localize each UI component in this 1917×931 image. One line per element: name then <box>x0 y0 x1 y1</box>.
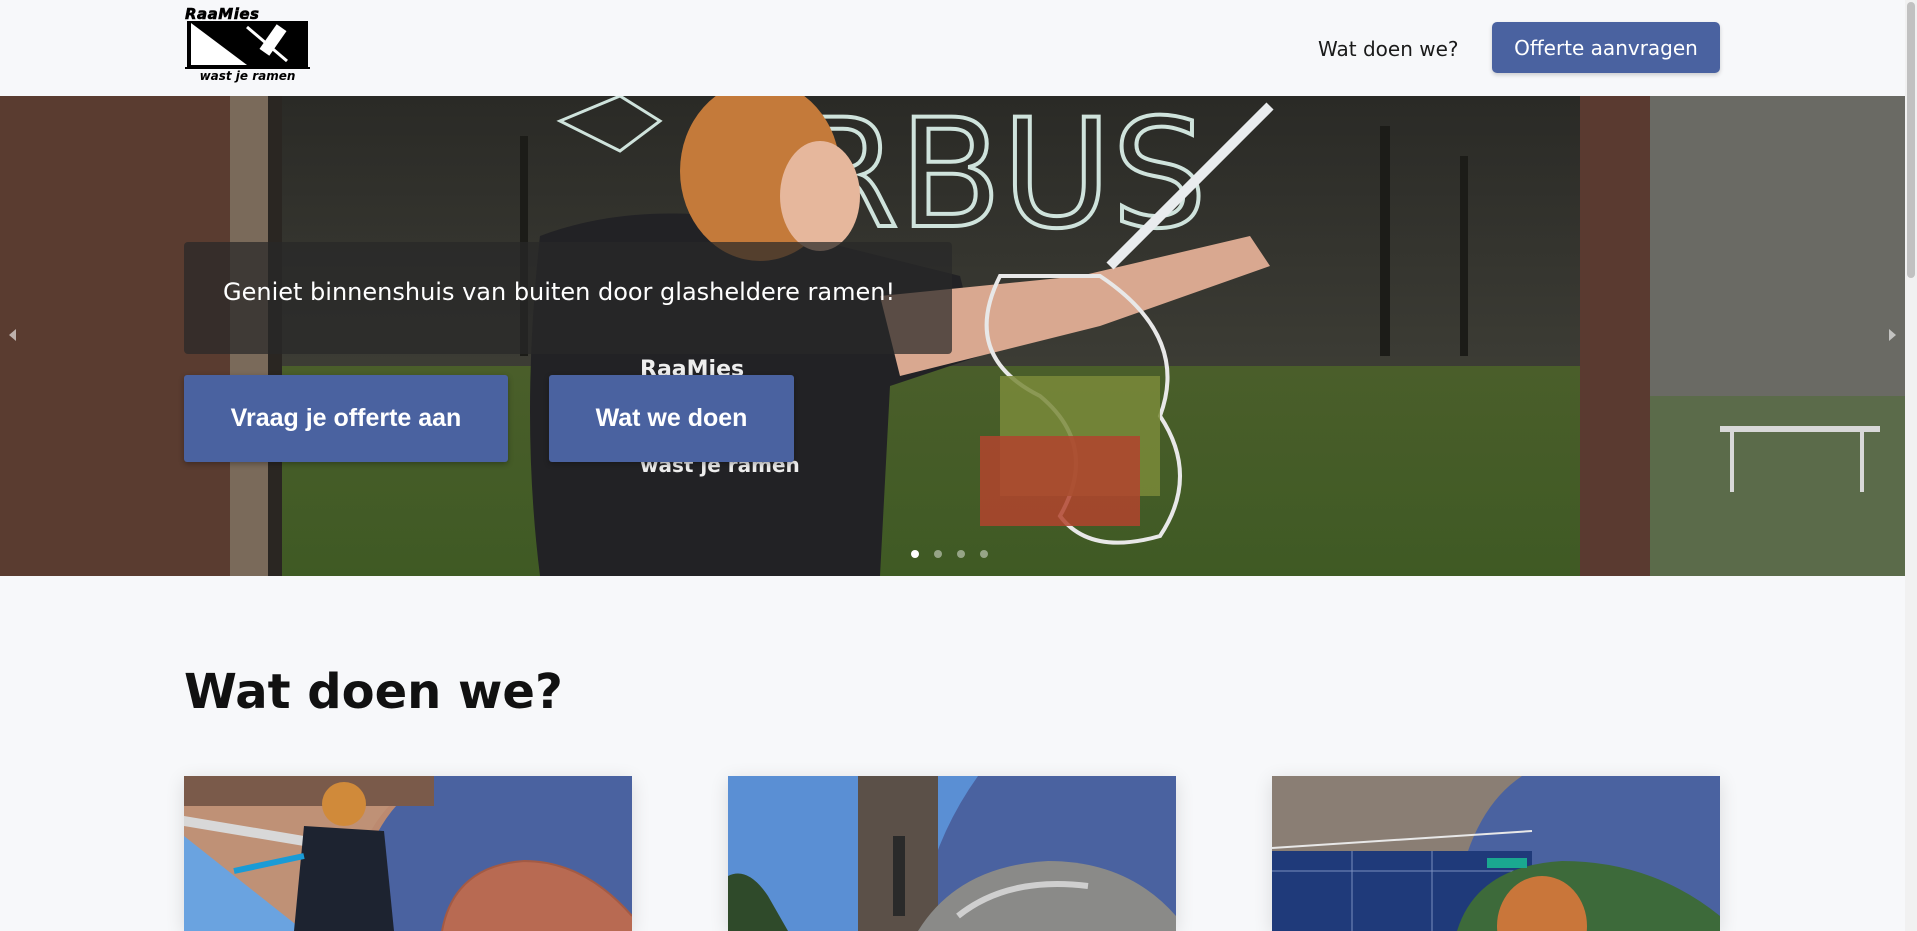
carousel-dot-2[interactable] <box>934 550 942 558</box>
scrollbar-thumb[interactable] <box>1907 2 1915 278</box>
vraag-offerte-button[interactable]: Vraag je offerte aan <box>184 375 508 462</box>
service-card-2[interactable] <box>728 776 1176 931</box>
carousel-indicators <box>911 550 988 558</box>
hero-caption: Geniet binnenshuis van buiten door glash… <box>223 278 896 306</box>
carousel-next-icon[interactable] <box>1889 329 1896 341</box>
carousel-prev-icon[interactable] <box>9 329 16 341</box>
wat-we-doen-button[interactable]: Wat we doen <box>549 375 794 462</box>
service-card-3-image <box>1272 776 1720 931</box>
carousel-dot-1[interactable] <box>911 550 919 558</box>
squeegee-icon <box>187 21 308 67</box>
offerte-aanvragen-button[interactable]: Offerte aanvragen <box>1492 22 1720 73</box>
service-card-3[interactable] <box>1272 776 1720 931</box>
service-card-2-image <box>728 776 1176 931</box>
logo[interactable]: RaaMies wast je ramen <box>185 5 310 83</box>
carousel-dot-4[interactable] <box>980 550 988 558</box>
scrollbar[interactable] <box>1905 0 1917 931</box>
hero-caption-box: Geniet binnenshuis van buiten door glash… <box>184 242 952 354</box>
carousel-dot-3[interactable] <box>957 550 965 558</box>
hero-carousel: ERBUS RaaMies wast je ramen Geniet binne… <box>0 96 1905 576</box>
logo-tagline: wast je ramen <box>185 67 310 83</box>
service-card-1[interactable] <box>184 776 632 931</box>
site-header: RaaMies wast je ramen Wat doen we? Offer… <box>0 0 1905 96</box>
section-title: Wat doen we? <box>184 664 563 720</box>
service-card-1-image <box>184 776 632 931</box>
nav-link-wat-doen-we[interactable]: Wat doen we? <box>1318 37 1459 61</box>
